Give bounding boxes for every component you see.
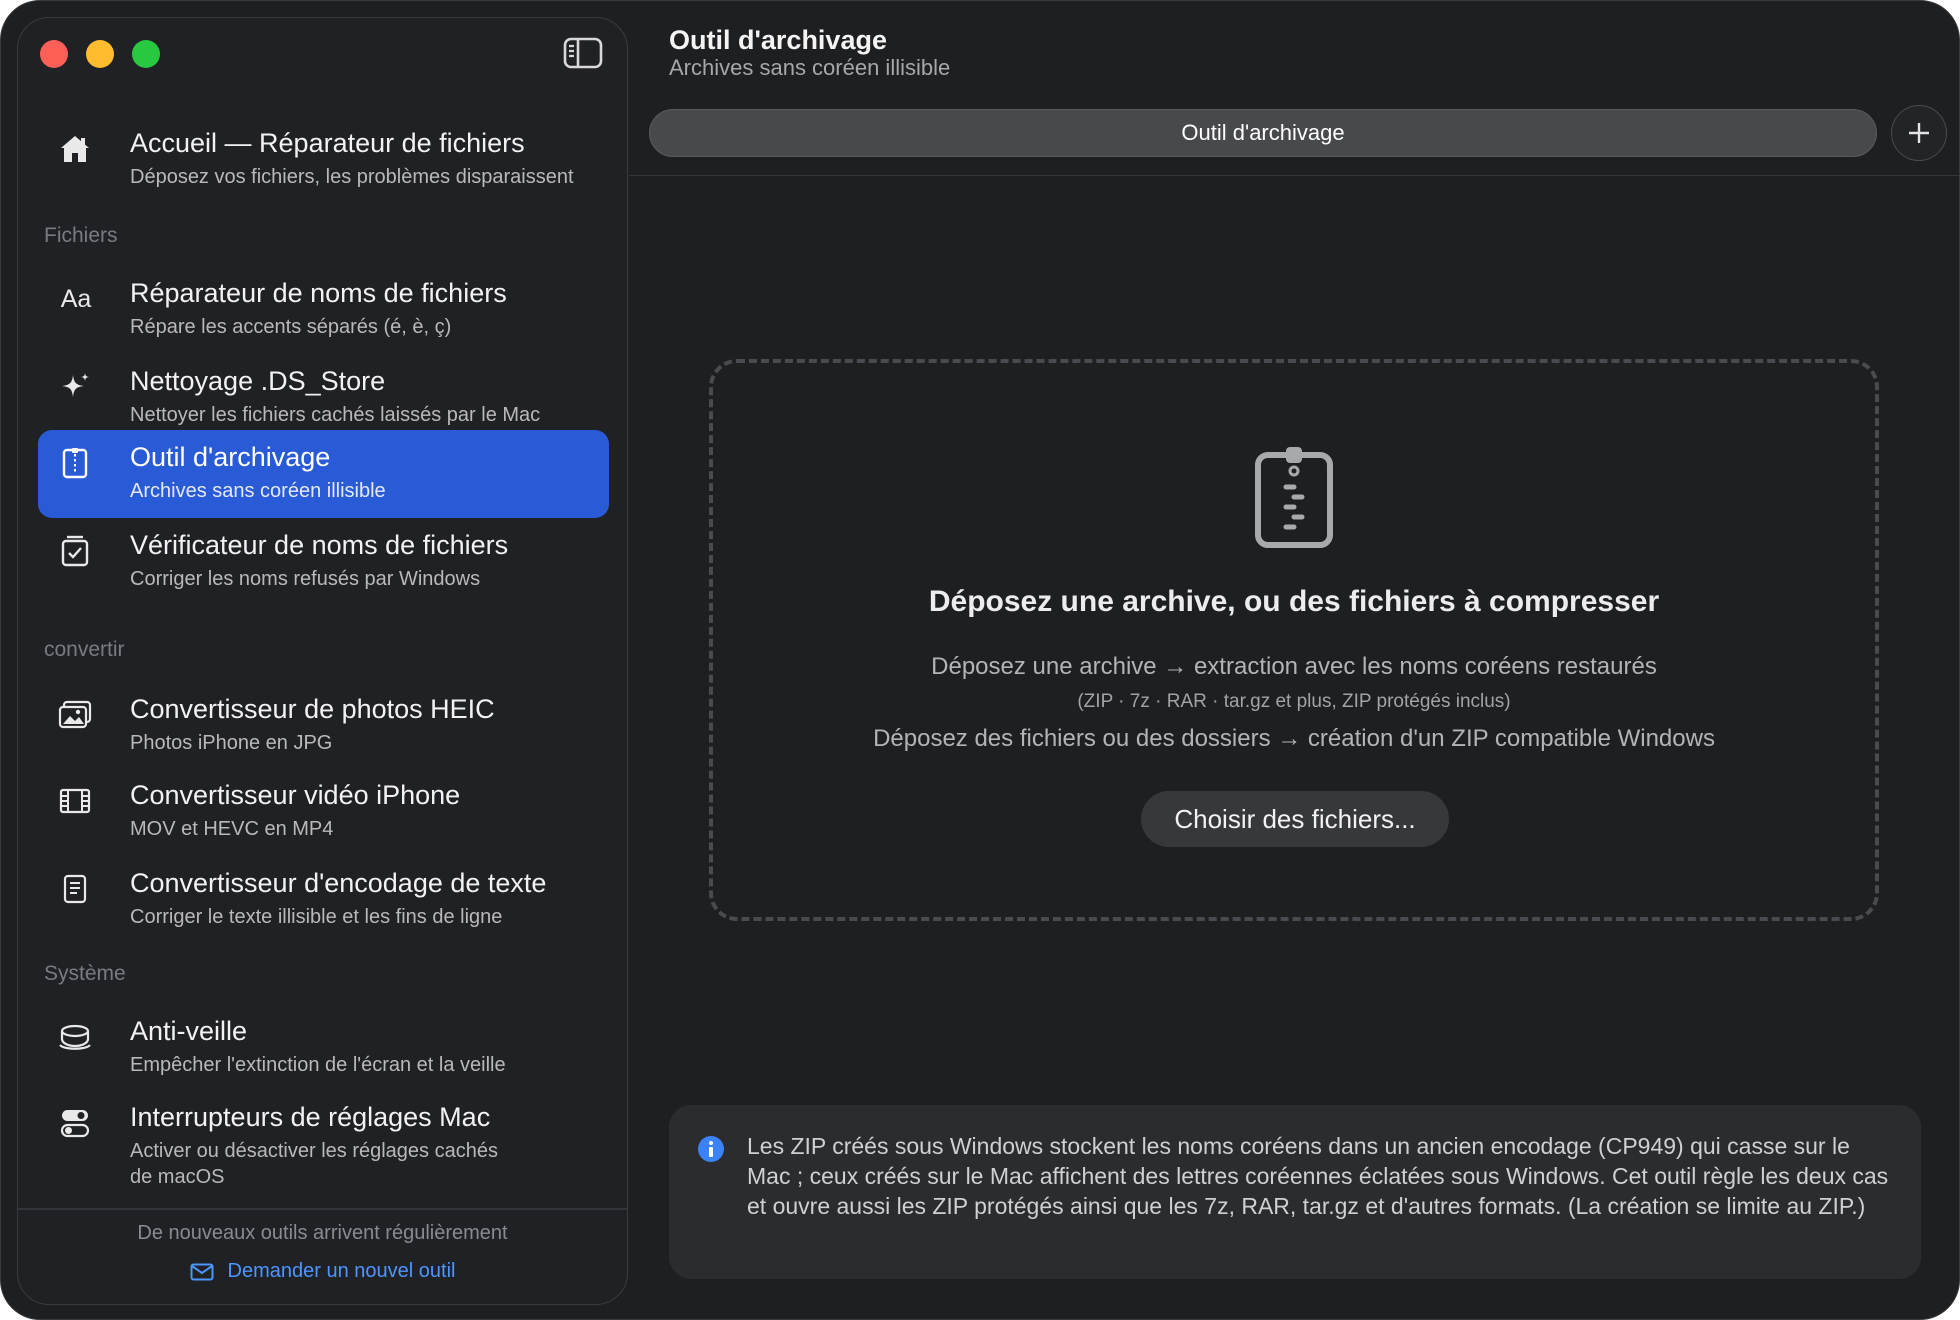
toggles-icon (58, 1106, 92, 1140)
sidebar-item-title: Accueil — Réparateur de fichiers (130, 128, 525, 158)
sidebar-item-archive-tool[interactable]: Outil d'archivage Archives sans coréen i… (38, 430, 609, 518)
sidebar-item-subtitle: Corriger le texte illisible et les fins … (130, 906, 503, 928)
sidebar-item-subtitle: Corriger les noms refusés par Windows (130, 568, 481, 590)
section-label-convertir: convertir (44, 638, 125, 661)
sidebar-item-title: Convertisseur d'encodage de texte (130, 868, 547, 898)
sidebar-item-subtitle: Activer ou désactiver les réglages caché… (130, 1140, 498, 1162)
sidebar-item-home[interactable]: Accueil — Réparateur de fichiers Déposez… (38, 116, 609, 204)
sidebar-item-title: Convertisseur de photos HEIC (130, 694, 495, 724)
page-title: Outil d'archivage (669, 25, 887, 55)
zip-archive-icon (58, 446, 92, 480)
window-controls (40, 40, 160, 68)
sidebar-item-title: Réparateur de noms de fichiers (130, 278, 507, 308)
info-text: Les ZIP créés sous Windows stockent les … (747, 1133, 1889, 1219)
sidebar-item-title: Interrupteurs de réglages Mac (130, 1102, 491, 1132)
film-icon (58, 784, 92, 818)
footer-note: De nouveaux outils arrivent régulièremen… (137, 1222, 508, 1244)
sidebar-item-subtitle: Répare les accents séparés (é, è, ç) (130, 316, 452, 338)
dropzone-hint-formats: (ZIP · 7z · RAR · tar.gz et plus, ZIP pr… (1077, 691, 1511, 712)
sidebar-item-subtitle: Empêcher l'extinction de l'écran et la v… (130, 1054, 506, 1076)
close-window-button[interactable] (40, 40, 68, 68)
dropzone-hint-compress: Déposez des fichiers ou des dossiers → c… (873, 725, 1715, 752)
sidebar-item-subtitle: Nettoyer les fichiers cachés laissés par… (130, 404, 541, 426)
section-label-systeme: Système (44, 962, 126, 985)
sidebar-item-subtitle: Déposez vos fichiers, les problèmes disp… (130, 166, 574, 188)
sidebar-item-video-converter[interactable]: Convertisseur vidéo iPhone MOV et HEVC e… (38, 768, 609, 856)
request-tool-label: Demander un nouvel outil (227, 1260, 456, 1282)
coffee-cup-icon (58, 1020, 92, 1054)
sidebar-toggle-icon[interactable] (563, 36, 603, 70)
sidebar-item-title: Nettoyage .DS_Store (130, 366, 386, 396)
toolbar-divider (629, 175, 1959, 176)
sidebar-item-subtitle: MOV et HEVC en MP4 (130, 818, 334, 840)
envelope-icon (190, 1263, 214, 1280)
plus-icon (1909, 123, 1929, 143)
dropzone-title: Déposez une archive, ou des fichiers à c… (928, 585, 1660, 618)
choose-files-button[interactable]: Choisir des fichiers... (1141, 791, 1449, 847)
sidebar-item-title: Anti-veille (130, 1016, 248, 1046)
request-tool-link[interactable]: Demander un nouvel outil (18, 1260, 627, 1283)
minimize-window-button[interactable] (86, 40, 114, 68)
sidebar-item-filename-checker[interactable]: Vérificateur de noms de fichiers Corrige… (38, 518, 609, 606)
info-icon (698, 1136, 724, 1162)
sidebar-item-anti-sleep[interactable]: Anti-veille Empêcher l'extinction de l'é… (38, 1004, 609, 1092)
sidebar-item-ds-store[interactable]: Nettoyage .DS_Store Nettoyer les fichier… (38, 354, 609, 442)
photos-icon (58, 698, 92, 732)
sidebar-item-title: Outil d'archivage (130, 442, 331, 472)
sidebar-item-title: Convertisseur vidéo iPhone (130, 780, 461, 810)
zoom-window-button[interactable] (132, 40, 160, 68)
file-dropzone[interactable]: Déposez une archive, ou des fichiers à c… (709, 359, 1879, 921)
sidebar-item-subtitle: Photos iPhone en JPG (130, 732, 333, 754)
add-tab-button[interactable] (1891, 105, 1947, 161)
sidebar-item-subtitle-line2: de macOS (130, 1166, 225, 1188)
sidebar-item-filename-repair[interactable]: Aa Réparateur de noms de fichiers Répare… (38, 266, 609, 354)
info-banner: Les ZIP créés sous Windows stockent les … (669, 1105, 1921, 1279)
section-label-fichiers: Fichiers (44, 224, 118, 247)
house-icon (58, 132, 92, 166)
sidebar-item-title: Vérificateur de noms de fichiers (130, 530, 509, 560)
sparkles-icon (58, 370, 92, 404)
sidebar-footer: De nouveaux outils arrivent régulièremen… (18, 1208, 627, 1304)
checklist-icon (58, 534, 92, 568)
document-icon (58, 872, 92, 906)
main-content: Outil d'archivage Archives sans coréen i… (629, 1, 1959, 1319)
sidebar: Accueil — Réparateur de fichiers Déposez… (17, 17, 628, 1305)
sidebar-item-subtitle: Archives sans coréen illisible (130, 480, 386, 502)
dropzone-hint-extract: Déposez une archive → extraction avec le… (931, 653, 1657, 680)
page-subtitle: Archives sans coréen illisible (669, 55, 951, 80)
zip-archive-icon (1255, 447, 1333, 548)
tab-archive-tool[interactable]: Outil d'archivage (649, 109, 1877, 157)
text-aa-icon: Aa (60, 284, 92, 313)
sidebar-item-text-encoding[interactable]: Convertisseur d'encodage de texte Corrig… (38, 856, 609, 944)
sidebar-item-mac-settings[interactable]: Interrupteurs de réglages Mac Activer ou… (38, 1090, 609, 1202)
sidebar-item-heic-converter[interactable]: Convertisseur de photos HEIC Photos iPho… (38, 682, 609, 770)
app-window: Accueil — Réparateur de fichiers Déposez… (0, 0, 1960, 1320)
